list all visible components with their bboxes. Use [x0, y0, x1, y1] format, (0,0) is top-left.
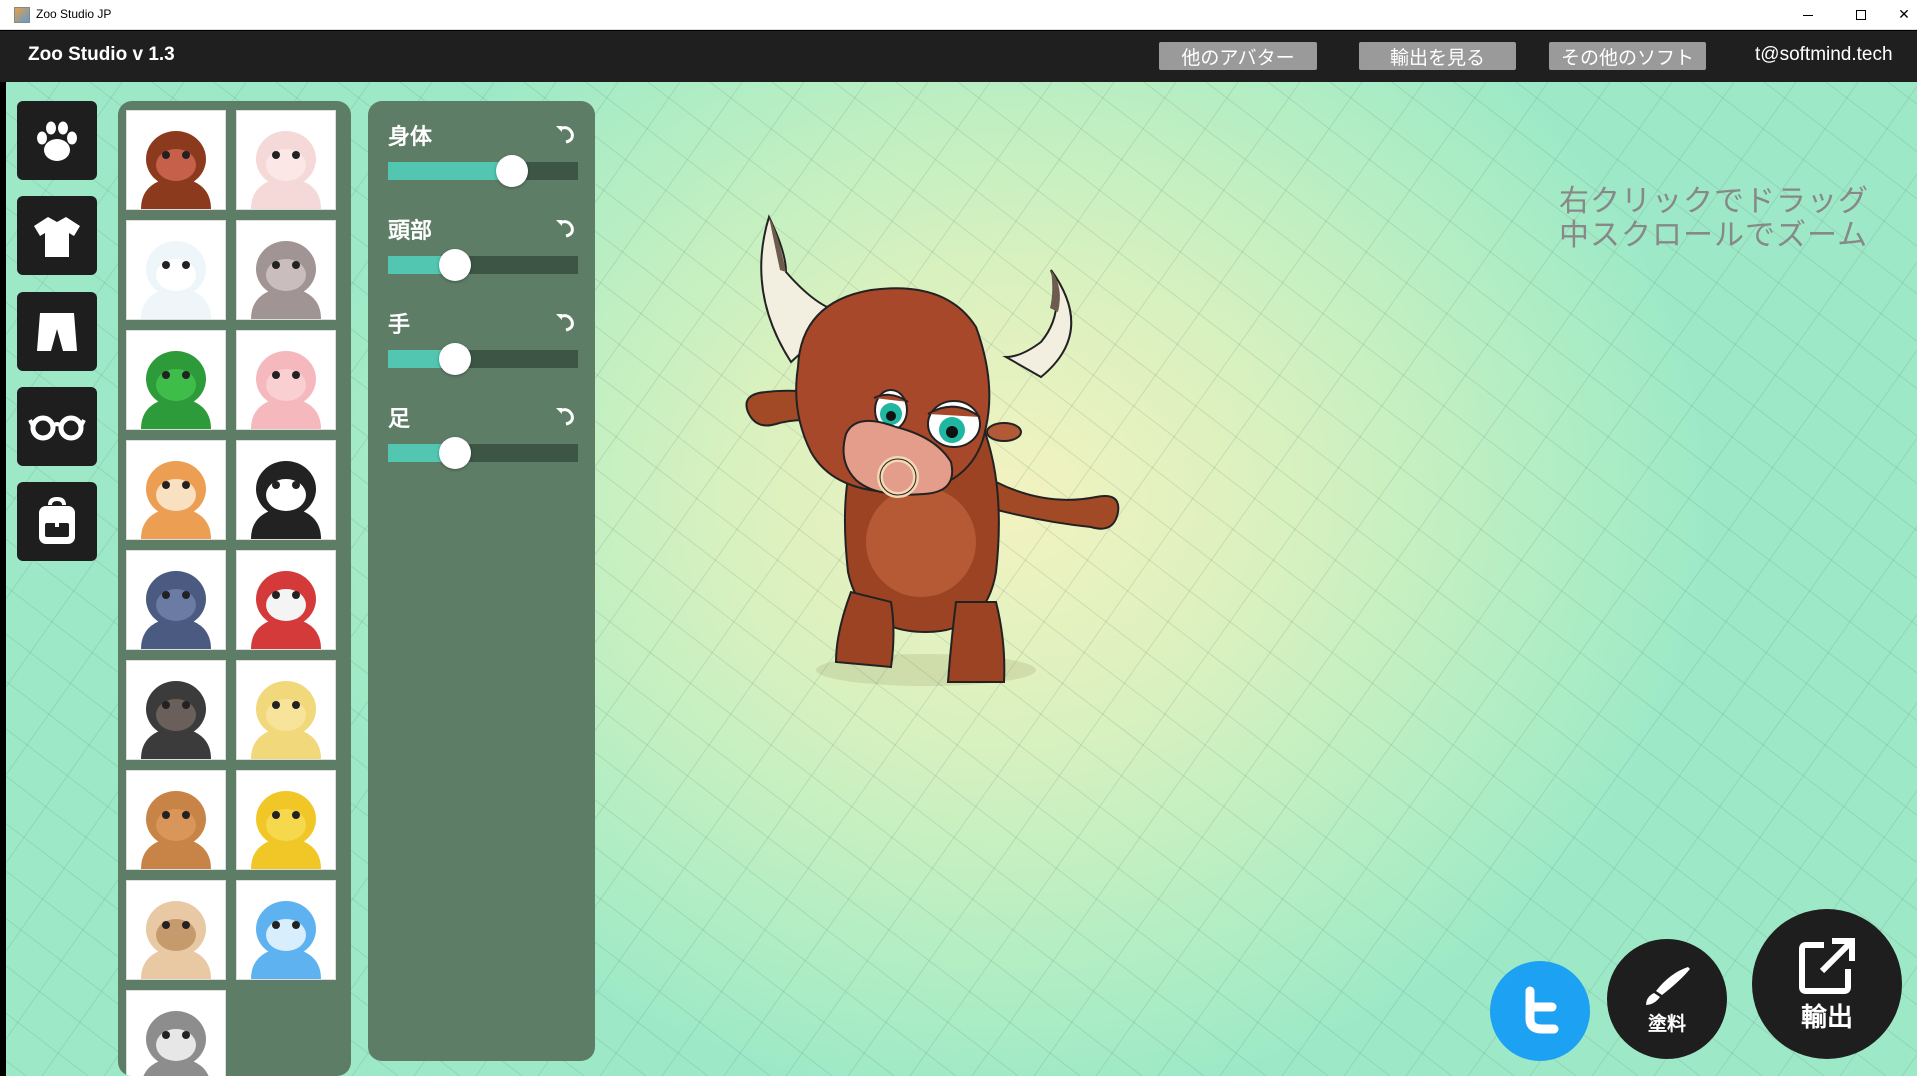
- slider-label: 身体: [388, 125, 433, 150]
- export-button[interactable]: 輸出: [1752, 909, 1902, 1059]
- avatar-tile-raccoon[interactable]: [126, 990, 226, 1076]
- brush-icon: [1646, 966, 1690, 1005]
- close-button[interactable]: ✕: [1891, 0, 1917, 30]
- hint-line-drag: 右クリックでドラッグ: [1559, 184, 1869, 219]
- avatar-tile-wolf[interactable]: [126, 550, 226, 650]
- avatar-tile-bee[interactable]: [236, 770, 336, 870]
- proportion-slider-panel: 身体 頭部手足: [368, 101, 595, 1061]
- minimize-button[interactable]: [1785, 0, 1831, 30]
- slider-thumb[interactable]: [495, 155, 528, 187]
- slider-track[interactable]: [388, 249, 578, 281]
- slider-label: 足: [388, 407, 411, 432]
- avatar-tile-polar-bear[interactable]: [126, 220, 226, 320]
- category-bottoms-button[interactable]: [17, 292, 97, 371]
- paint-button[interactable]: 塗料: [1607, 939, 1727, 1059]
- hint-line-zoom: 中スクロールでズーム: [1559, 218, 1869, 253]
- shirt-icon: [34, 216, 80, 257]
- avatar-thumbnail: [251, 461, 321, 539]
- avatar-tile-potato[interactable]: [126, 770, 226, 870]
- reset-icon[interactable]: [554, 311, 576, 333]
- export-label: 輸出: [1800, 1002, 1853, 1033]
- slider-track[interactable]: [388, 155, 578, 187]
- avatar-thumbnail: [141, 571, 211, 649]
- slider-track[interactable]: [388, 437, 578, 469]
- slider-label: 頭部: [388, 219, 433, 244]
- avatar-list-panel[interactable]: [118, 101, 351, 1076]
- avatar-thumbnail: [141, 241, 211, 319]
- avatar-thumbnail: [251, 681, 321, 759]
- avatar-thumbnail: [251, 241, 321, 319]
- grid-line: [1901, 1053, 1917, 1076]
- reset-icon[interactable]: [554, 405, 576, 427]
- twitter-icon: [1525, 986, 1559, 1034]
- controls-hint: 右クリックでドラッグ 中スクロールでズーム: [1559, 185, 1869, 253]
- avatar-thumbnail: [251, 351, 321, 429]
- minimize-icon: [1803, 14, 1813, 16]
- window-titlebar: Zoo Studio JP ✕: [0, 0, 1917, 30]
- avatar-tile-pig[interactable]: [236, 330, 336, 430]
- contact-email[interactable]: t@softmind.tech: [1755, 44, 1893, 66]
- app-title: Zoo Studio v 1.3: [28, 44, 175, 65]
- avatar-tile-gorilla[interactable]: [126, 660, 226, 760]
- slider-thumb[interactable]: [438, 343, 471, 375]
- paw-icon: [37, 121, 77, 161]
- maximize-icon: [1856, 10, 1866, 20]
- reset-icon[interactable]: [554, 217, 576, 239]
- category-accessory-button[interactable]: [17, 387, 97, 466]
- 3d-viewport[interactable]: 身体 頭部手足 右クリックでドラッグ 中スクロールでズーム 塗料 輸出: [6, 82, 1917, 1076]
- avatar-tile-bull[interactable]: [126, 110, 226, 210]
- avatar-thumbnail: [251, 791, 321, 869]
- paint-label: 塗料: [1647, 1012, 1686, 1035]
- twitter-share-button[interactable]: [1490, 961, 1590, 1061]
- avatar-thumbnail: [141, 681, 211, 759]
- slider-thumb[interactable]: [438, 249, 471, 281]
- view-output-button[interactable]: 輸出を見る: [1359, 42, 1516, 70]
- glasses-icon: [28, 415, 86, 440]
- avatar-thumbnail: [141, 901, 211, 979]
- avatar-tile-rooster[interactable]: [236, 550, 336, 650]
- app-header: Zoo Studio v 1.3 他のアバター 輸出を見る その他のソフト t@…: [0, 31, 1917, 82]
- grid-line: [1887, 82, 1917, 105]
- external-link-icon: [1799, 937, 1855, 994]
- slider-thumb[interactable]: [438, 437, 471, 469]
- avatar-thumbnail: [251, 571, 321, 649]
- category-bag-button[interactable]: [17, 482, 97, 561]
- close-icon: ✕: [1898, 7, 1910, 23]
- avatar-thumbnail: [143, 1011, 209, 1076]
- other-software-button[interactable]: その他のソフト: [1549, 42, 1706, 70]
- category-body-button[interactable]: [17, 101, 97, 180]
- slider-label: 手: [388, 313, 411, 338]
- other-avatars-button[interactable]: 他のアバター: [1159, 42, 1317, 70]
- grid-line: [6, 538, 709, 1076]
- slider-track[interactable]: [388, 343, 578, 375]
- slider-fill: [388, 162, 512, 180]
- maximize-button[interactable]: [1838, 0, 1884, 30]
- avatar-tile-dolphin[interactable]: [236, 880, 336, 980]
- avatar-tile-banana[interactable]: [236, 660, 336, 760]
- avatar-tile-panda[interactable]: [236, 440, 336, 540]
- avatar-thumbnail: [251, 131, 321, 209]
- pants-icon: [37, 312, 77, 351]
- avatar-thumbnail: [141, 131, 211, 209]
- bull-character-model[interactable]: [686, 162, 1186, 702]
- avatar-thumbnail: [251, 901, 321, 979]
- avatar-tile-frog[interactable]: [126, 330, 226, 430]
- reset-icon[interactable]: [554, 123, 576, 145]
- category-tops-button[interactable]: [17, 196, 97, 275]
- backpack-icon: [39, 496, 75, 544]
- avatar-tile-pug[interactable]: [126, 880, 226, 980]
- avatar-thumbnail: [141, 461, 211, 539]
- avatar-tile-cat[interactable]: [236, 110, 336, 210]
- avatar-tile-rabbit[interactable]: [236, 220, 336, 320]
- window-title: Zoo Studio JP: [36, 7, 112, 21]
- avatar-thumbnail: [141, 351, 211, 429]
- avatar-thumbnail: [141, 791, 211, 869]
- avatar-tile-shiba[interactable]: [126, 440, 226, 540]
- app-icon: [14, 7, 30, 23]
